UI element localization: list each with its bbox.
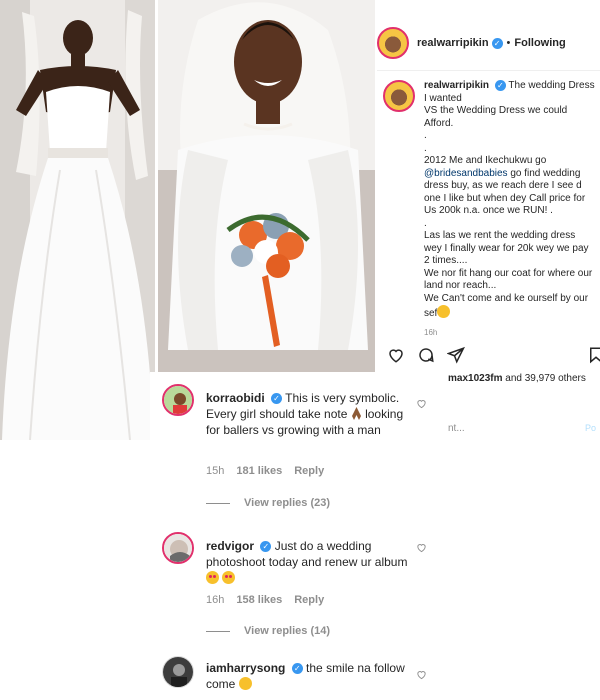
caption-dot-3: . — [424, 217, 427, 229]
comment-time[interactable]: 16h — [206, 594, 224, 606]
likes-others: and 39,979 others — [502, 373, 586, 384]
comment-meta: 15h 181 likes Reply — [206, 465, 336, 477]
caption-mention-link[interactable]: @bridesandbabies — [424, 168, 508, 179]
caption-timestamp[interactable]: 16h — [424, 328, 437, 337]
comment-text: korraobidi ✓ This is very symbolic. Ever… — [206, 390, 411, 438]
reply-button[interactable]: Reply — [294, 594, 324, 606]
verified-badge-icon: ✓ — [494, 80, 506, 91]
view-replies-button[interactable]: View replies (23) — [206, 497, 330, 509]
author-username[interactable]: realwarripikin — [417, 37, 489, 49]
caption-paragraph-1-start: 2012 Me and Ikechukwu go — [424, 155, 547, 167]
header-separator: • — [506, 37, 511, 49]
comment-avatar[interactable] — [162, 656, 194, 688]
like-comment-heart-icon[interactable] — [416, 542, 427, 553]
caption-paragraph-2: Las las we rent the wedding dress wey I … — [424, 230, 593, 320]
caption-text: realwarripikin ✓ The wedding Dress I wan… — [424, 80, 595, 321]
share-icon[interactable] — [447, 346, 465, 364]
post-caption: realwarripikin ✓ The wedding Dress I wan… — [383, 80, 595, 321]
like-comment-heart-icon[interactable] — [416, 398, 427, 409]
replies-line — [206, 502, 230, 504]
heart-icon[interactable] — [387, 346, 405, 364]
add-comment-input[interactable]: nt... — [448, 423, 465, 434]
comment-time[interactable]: 15h — [206, 465, 224, 477]
view-replies-label: View replies (14) — [244, 625, 331, 637]
like-comment-heart-icon[interactable] — [416, 669, 427, 680]
verified-badge-icon: ✓ — [291, 663, 303, 675]
verified-badge-icon: ✓ — [271, 393, 283, 405]
heart-eyes-emoji-icon — [222, 571, 236, 584]
comment-text: iamharrysong ✓ the smile na follow come — [206, 660, 411, 692]
comments-list: korraobidi ✓ This is very symbolic. Ever… — [150, 372, 440, 700]
verified-badge-icon: ✓ — [260, 541, 272, 553]
post-photo-dress-wanted[interactable] — [0, 0, 155, 440]
post-header: realwarripikin ✓ • Following — [377, 22, 566, 64]
laughing-emoji-icon — [238, 677, 252, 690]
header-divider — [377, 70, 600, 71]
caption-line-2: VS the Wedding Dress we could Afford. — [424, 105, 568, 129]
replies-line — [206, 630, 230, 632]
following-button[interactable]: Following — [514, 37, 565, 49]
comment-username[interactable]: iamharrysong — [206, 661, 285, 675]
comment-username[interactable]: korraobidi — [206, 391, 265, 405]
comment-avatar[interactable] — [162, 532, 194, 564]
comment-avatar[interactable] — [162, 384, 194, 416]
likes-user[interactable]: max1023fm — [448, 373, 502, 384]
post-action-bar — [387, 346, 465, 364]
comment-likes[interactable]: 158 likes — [236, 594, 282, 606]
grinning-emoji-icon — [437, 305, 451, 319]
view-replies-label: View replies (23) — [244, 497, 331, 509]
post-photo-dress-afforded[interactable] — [158, 0, 375, 372]
praying-hands-emoji-icon — [351, 407, 361, 420]
likes-summary[interactable]: max1023fm and 39,979 others — [448, 373, 586, 384]
comment-icon[interactable] — [417, 346, 435, 364]
caption-username[interactable]: realwarripikin — [424, 80, 489, 91]
caption-dot-1: . — [424, 130, 427, 142]
author-avatar[interactable] — [377, 27, 409, 59]
caption-dot-2: . — [424, 142, 427, 154]
caption-avatar[interactable] — [383, 80, 415, 112]
comment-username[interactable]: redvigor — [206, 539, 254, 553]
comment-text: redvigor ✓ Just do a wedding photoshoot … — [206, 538, 411, 586]
comment-likes[interactable]: 181 likes — [236, 465, 282, 477]
post-comment-button[interactable]: Po — [585, 423, 596, 433]
view-replies-button[interactable]: View replies (14) — [206, 625, 330, 637]
verified-badge-icon: ✓ — [491, 37, 503, 49]
comment-meta: 16h 158 likes Reply — [206, 594, 336, 606]
save-icon[interactable] — [587, 346, 600, 364]
heart-eyes-emoji-icon — [206, 571, 219, 584]
reply-button[interactable]: Reply — [294, 465, 324, 477]
